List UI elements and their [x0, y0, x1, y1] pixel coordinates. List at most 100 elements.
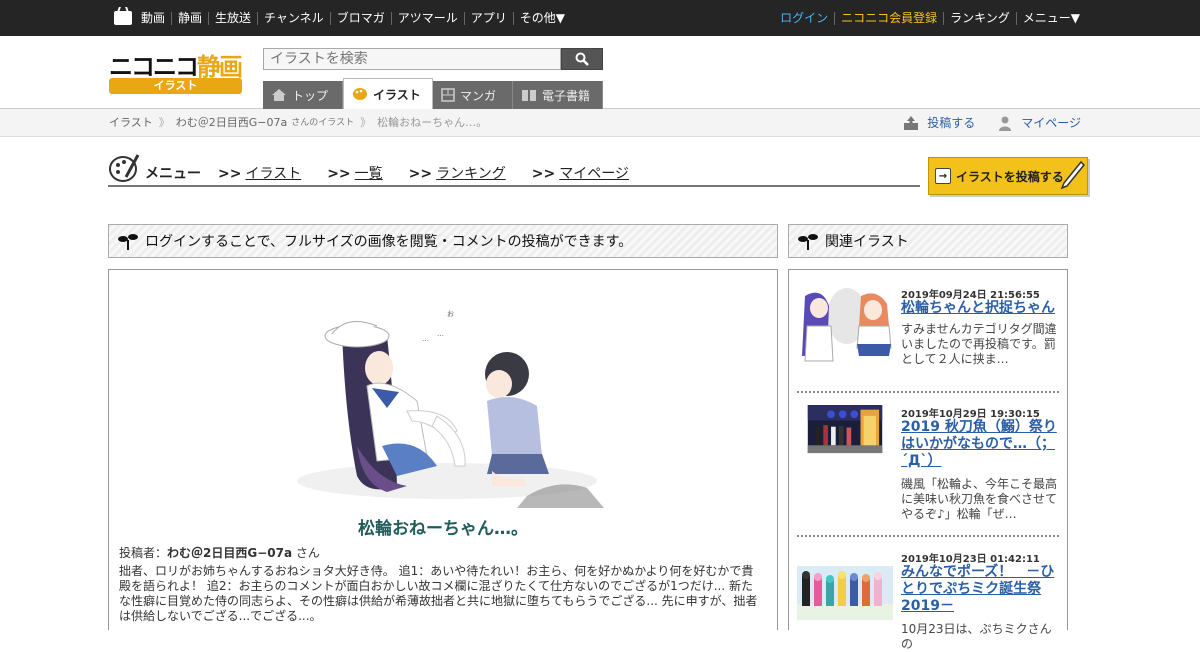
svg-text:…: …	[437, 330, 444, 338]
book-icon	[522, 90, 536, 101]
search-button[interactable]	[561, 48, 603, 70]
menu-title: メニュー	[145, 166, 201, 182]
related-title[interactable]: 2019 秋刀魚（鰯）祭りはいかがなもので…（；´Д`）	[901, 419, 1063, 470]
search-input[interactable]	[263, 48, 561, 70]
search-form	[263, 48, 603, 70]
breadcrumb-bar: イラスト 》 わむ＠2日目西G−07a さんのイラスト 》 松輪おねーちゃん…。…	[0, 109, 1200, 137]
login-notice-text: ログインすることで、フルサイズの画像を閲覧・コメントの投稿ができます。	[145, 234, 633, 250]
breadcrumb-root[interactable]: イラスト	[109, 109, 153, 137]
illustration-image[interactable]: お … …	[287, 296, 604, 508]
menu-link-label: イラスト	[245, 166, 302, 182]
menu-divider	[108, 185, 920, 187]
nav-atsumaru[interactable]: アツマール	[390, 11, 464, 25]
arrow-right-icon: →	[935, 168, 951, 184]
nav-more[interactable]: その他▼	[512, 11, 571, 25]
related-divider	[797, 391, 1059, 393]
menu-link-label: 一覧	[354, 166, 383, 182]
menu-link-mypage[interactable]: >> マイページ	[532, 163, 629, 183]
service-nav: 動画 静画 生放送 チャンネル ブロマガ アツマール アプリ その他▼	[141, 11, 571, 25]
tab-manga-label: マンガ	[460, 88, 497, 103]
related-date: 2019年10月29日 19:30:15	[901, 409, 1040, 420]
breadcrumb-current: 松輪おねーちゃん…。	[377, 116, 488, 129]
manga-icon	[441, 88, 455, 102]
logo-subtitle: イラスト	[109, 78, 242, 94]
palette-brush-icon	[109, 154, 140, 182]
illust-title: 松輪おねーちゃん…。	[358, 519, 528, 539]
menu-link-prefix: >>	[408, 166, 433, 182]
related-snippet: 10月23日は、ぷちミクさんの	[901, 622, 1052, 651]
related-header: 関連イラスト	[788, 224, 1068, 258]
poster-info: 投稿者：わむ＠2日目西G−07a さん	[119, 544, 320, 561]
menu-links: >> イラスト >> 一覧 >> ランキング >> マイページ	[218, 163, 655, 183]
nav-video[interactable]: 動画	[141, 11, 171, 25]
related-item[interactable]: 2019年10月23日 01:42:11 みんなでポーズ！ －ひとりでぷちミク誕…	[797, 550, 1063, 651]
related-thumbnail[interactable]	[797, 405, 893, 467]
menu-link-illust[interactable]: >> イラスト	[218, 163, 301, 183]
nav-live[interactable]: 生放送	[208, 11, 257, 25]
tab-illust-label: イラスト	[373, 87, 421, 102]
niconico-tv-icon[interactable]	[114, 11, 132, 25]
svg-text:…: …	[422, 335, 429, 343]
nav-blomaga[interactable]: ブロマガ	[329, 11, 391, 25]
mypage-link[interactable]: マイページ	[997, 109, 1081, 137]
related-thumbnail[interactable]	[797, 566, 893, 620]
menu-link-prefix: >>	[327, 166, 351, 182]
menu-link-list[interactable]: >> 一覧	[327, 163, 382, 183]
menu-link-ranking[interactable]: >> ランキング	[409, 163, 506, 183]
tab-illust[interactable]: イラスト	[343, 78, 433, 109]
post-link[interactable]: 投稿する	[903, 109, 975, 137]
poster-name[interactable]: わむ＠2日目西G−07a	[167, 546, 292, 560]
login-notice: ログインすることで、フルサイズの画像を閲覧・コメントの投稿ができます。	[108, 224, 778, 258]
related-item[interactable]: 2019年10月29日 19:30:15 2019 秋刀魚（鰯）祭りはいかがなも…	[797, 405, 1061, 545]
related-thumbnail[interactable]	[797, 286, 893, 366]
seiga-logo[interactable]: ニコニコ静画 イラスト	[109, 47, 243, 95]
category-tabs: トップ イラスト マンガ 電子書籍	[263, 78, 603, 109]
related-snippet: すみませんカテゴリタグ間違いましたので再投稿です。罰として２人に挟ま…	[901, 322, 1057, 366]
logo-wordmark: ニコニコ静画	[109, 53, 243, 81]
related-title[interactable]: みんなでポーズ！ －ひとりでぷちミク誕生祭2019－	[901, 564, 1063, 615]
illust-description: 拙者、ロリがお姉ちゃんするおねショタ大好き侍。 追1：あいや待たれい！お主ら、何…	[119, 564, 758, 623]
site-header: ニコニコ静画 イラスト トップ イラスト マンガ 電子書籍	[0, 36, 1200, 109]
register-link[interactable]: ニコニコ会員登録	[834, 11, 943, 25]
poster-label: 投稿者：	[119, 546, 168, 560]
sprout-icon	[798, 234, 818, 250]
breadcrumb-separator: 》	[360, 116, 372, 129]
breadcrumb-user-suffix: さんのイラスト	[291, 118, 355, 128]
menu-link-label: ランキング	[436, 166, 506, 182]
login-link[interactable]: ログイン	[774, 11, 834, 25]
user-actions: 投稿する マイページ	[881, 109, 1081, 137]
related-date: 2019年09月24日 21:56:55	[901, 290, 1040, 301]
post-illust-button[interactable]: → イラストを投稿する	[928, 157, 1088, 195]
breadcrumb-separator: 》	[158, 116, 170, 129]
related-divider	[797, 535, 1059, 537]
illust-detail: お … … 松輪おねーちゃん…。 投稿者：わむ＠2日目西G−07a さん 拙者、…	[108, 269, 778, 630]
svg-text:お: お	[447, 310, 454, 318]
mypage-link-label: マイページ	[1021, 116, 1081, 130]
breadcrumb-user[interactable]: わむ＠2日目西G−07a	[176, 109, 287, 137]
nav-app[interactable]: アプリ	[463, 11, 513, 25]
global-topbar: 動画 静画 生放送 チャンネル ブロマガ アツマール アプリ その他▼ ログイン…	[0, 0, 1200, 36]
related-snippet: 磯風「松輪よ、今年こそ最高に美味い秋刀魚を食べさせてやるぞ♪」松輪「ぜ…	[901, 477, 1058, 521]
related-item[interactable]: 2019年09月24日 21:56:55 松輪ちゃんと択捉ちゃん すみませんカテ…	[797, 286, 1061, 386]
post-link-label: 投稿する	[927, 116, 976, 130]
menu-dropdown[interactable]: メニュー▼	[1015, 11, 1086, 25]
search-icon	[575, 52, 589, 66]
tab-ebook-label: 電子書籍	[542, 88, 591, 103]
user-icon	[999, 116, 1012, 131]
tab-ebook[interactable]: 電子書籍	[513, 81, 603, 109]
illust-menu: メニュー >> イラスト >> 一覧 >> ランキング >> マイページ → イラストを…	[108, 151, 1090, 196]
related-header-title: 関連イラスト	[825, 234, 909, 250]
home-icon	[272, 89, 286, 101]
account-nav: ログイン ニコニコ会員登録 ランキング メニュー▼	[774, 11, 1086, 25]
tab-manga[interactable]: マンガ	[433, 81, 513, 109]
upload-icon	[904, 116, 919, 130]
related-title[interactable]: 松輪ちゃんと択捉ちゃん	[901, 300, 1063, 317]
tab-top[interactable]: トップ	[263, 81, 343, 109]
nav-channel[interactable]: チャンネル	[257, 11, 330, 25]
tab-top-label: トップ	[292, 88, 329, 103]
ranking-link[interactable]: ランキング	[943, 11, 1016, 25]
menu-link-label: マイページ	[559, 166, 629, 182]
breadcrumb: イラスト 》 わむ＠2日目西G−07a さんのイラスト 》 松輪おねーちゃん…。	[109, 109, 487, 137]
pen-icon	[1060, 160, 1085, 190]
nav-seiga[interactable]: 静画	[171, 11, 208, 25]
